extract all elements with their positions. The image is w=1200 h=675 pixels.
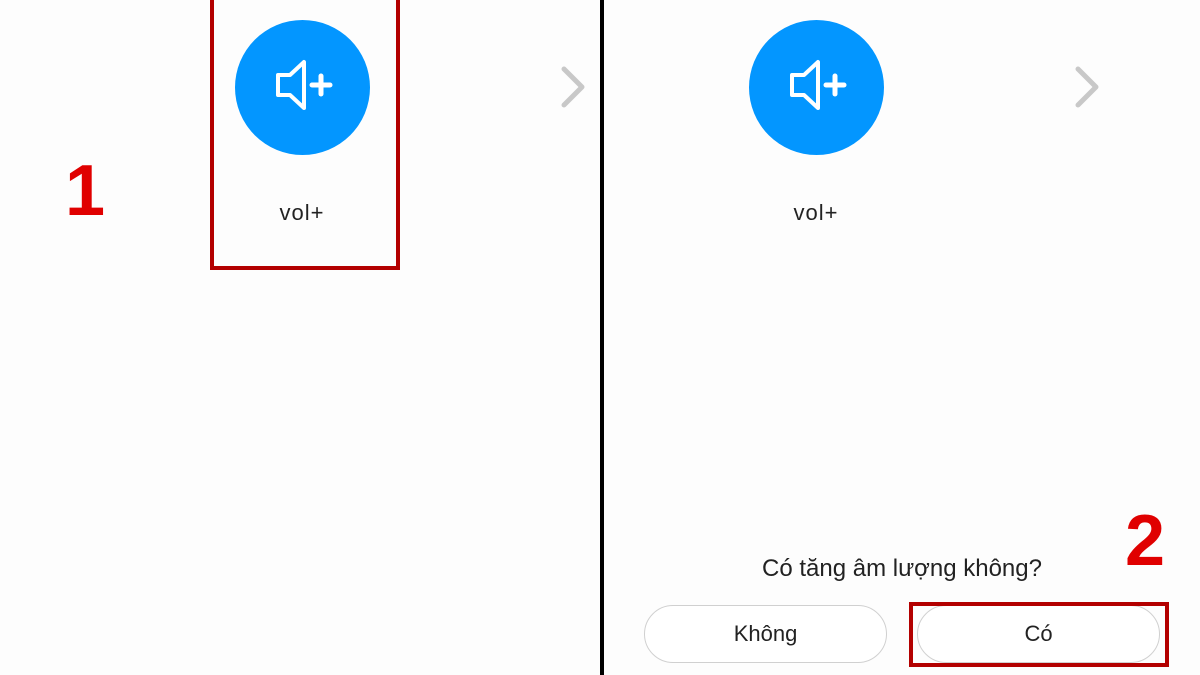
confirmation-prompt: Có tăng âm lượng không? [604, 555, 1200, 583]
no-button-label: Không [734, 621, 798, 647]
panel-step-2: vol+ Có tăng âm lượng không? Không Có 2 [604, 0, 1200, 675]
no-button[interactable]: Không [644, 605, 887, 663]
volume-up-label: vol+ [766, 200, 866, 226]
step-number-1: 1 [65, 150, 105, 232]
tutorial-canvas: vol+ 1 vol+ Có tăng âm lượng kh [0, 0, 1200, 675]
highlight-box-step-1 [210, 0, 400, 270]
step-number-2: 2 [1125, 500, 1165, 582]
highlight-box-step-2 [909, 602, 1169, 667]
panel-step-1: vol+ 1 [0, 0, 600, 675]
next-step-chevron[interactable] [1074, 65, 1102, 109]
volume-up-button[interactable] [749, 20, 884, 155]
next-step-chevron[interactable] [560, 65, 588, 109]
volume-up-icon [782, 50, 852, 125]
